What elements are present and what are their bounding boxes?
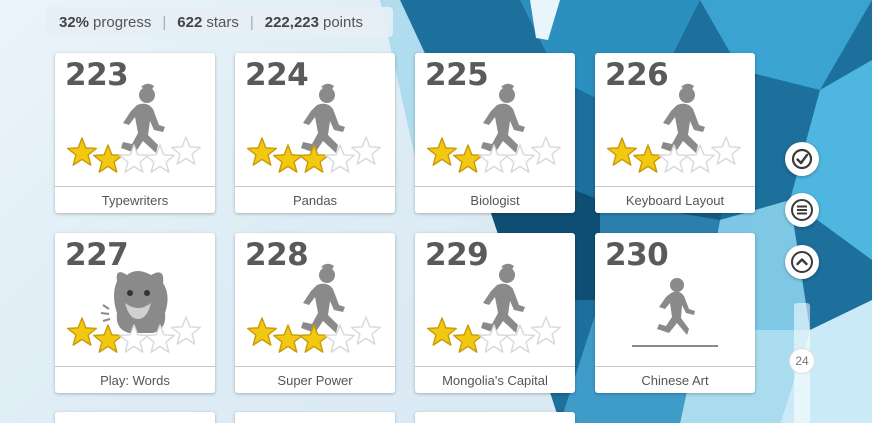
hamburger-icon [791, 199, 813, 221]
menu-button[interactable] [785, 193, 819, 227]
level-title: Mongolia's Capital [442, 372, 548, 388]
level-card-partial[interactable] [415, 412, 575, 423]
progress-value: 32% [59, 13, 90, 31]
points-label: points [322, 13, 364, 31]
level-title: Pandas [292, 192, 338, 208]
level-number: 224 [245, 57, 309, 93]
check-circle-icon [791, 148, 813, 170]
level-title: Play: Words [100, 372, 170, 388]
level-card-partial[interactable] [55, 412, 215, 423]
level-title: Biologist [470, 192, 520, 208]
stars-label: stars [206, 13, 239, 31]
level-title: Keyboard Layout [625, 192, 725, 208]
divider: | [162, 13, 167, 31]
level-card-partial[interactable] [235, 412, 395, 423]
stars-value: 622 [177, 13, 203, 31]
scroll-up-button[interactable] [785, 245, 819, 279]
level-title: Super Power [277, 372, 353, 388]
check-circle-button[interactable] [785, 142, 819, 176]
status-bar: 32% progress | 622 stars | 222,223 point… [46, 7, 393, 37]
level-number: 226 [605, 57, 669, 93]
level-card[interactable]: 223 Typewriters [55, 53, 215, 213]
level-title: Typewriters [101, 192, 169, 208]
level-number: 225 [425, 57, 489, 93]
level-card[interactable]: 229 Mongolia's Capital [415, 233, 575, 393]
level-number: 228 [245, 237, 309, 273]
level-card[interactable]: 230 Chinese Art [595, 233, 755, 393]
chevron-up-icon [791, 251, 813, 273]
level-number: 229 [425, 237, 489, 273]
level-card[interactable]: 227 Play: Words [55, 233, 215, 393]
level-number: 223 [65, 57, 129, 93]
progress-label: progress [93, 13, 152, 31]
level-card[interactable]: 224 Pandas [235, 53, 395, 213]
divider: | [249, 13, 254, 31]
points-value: 222,223 [264, 13, 319, 31]
level-title: Chinese Art [641, 372, 709, 388]
level-card[interactable]: 228 Super Power [235, 233, 395, 393]
level-card[interactable]: 225 Biologist [415, 53, 575, 213]
page-number-badge: 24 [789, 348, 815, 374]
level-number: 227 [65, 237, 129, 273]
level-card[interactable]: 226 Keyboard Layout [595, 53, 755, 213]
level-number: 230 [605, 237, 669, 273]
